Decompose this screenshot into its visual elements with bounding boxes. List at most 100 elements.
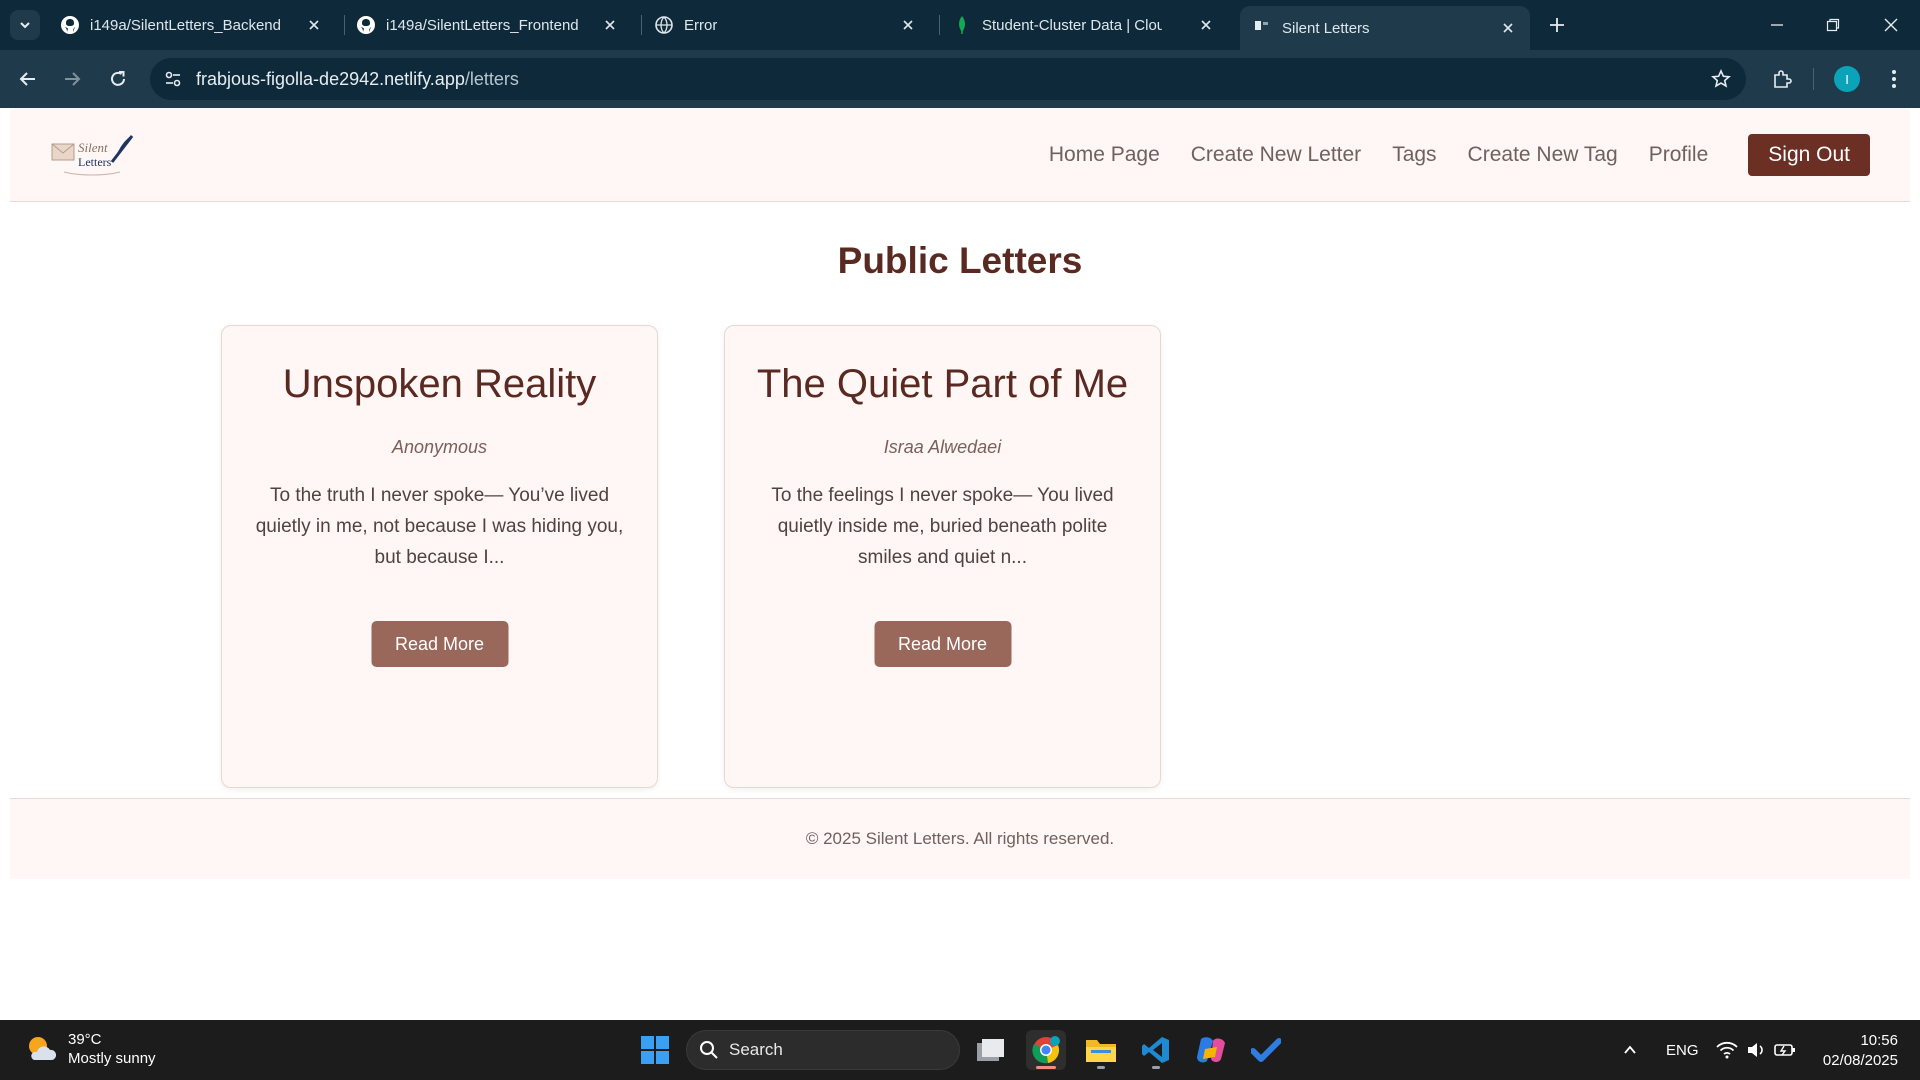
profile-initial: I	[1845, 71, 1849, 87]
letter-excerpt: To the truth I never spoke— You’ve lived…	[255, 485, 624, 568]
system-tray-expand[interactable]	[1622, 1020, 1638, 1080]
close-icon[interactable]	[600, 15, 620, 35]
nav-profile[interactable]: Profile	[1649, 143, 1709, 167]
logo-text-1: Silent	[78, 140, 108, 155]
language-indicator[interactable]: ENG	[1666, 1020, 1699, 1080]
close-icon	[1884, 18, 1898, 32]
sign-out-button[interactable]: Sign Out	[1748, 134, 1870, 176]
read-more-button[interactable]: Read More	[874, 621, 1011, 667]
tab-silent-letters[interactable]: Silent Letters	[1240, 6, 1530, 50]
weather-temp: 39°C	[68, 1031, 102, 1048]
read-more-button[interactable]: Read More	[371, 621, 508, 667]
nav-home-page[interactable]: Home Page	[1049, 143, 1160, 167]
microsoft-365-icon	[1197, 1037, 1225, 1063]
tab-error[interactable]: Error	[654, 8, 930, 42]
tab-title: Student-Cluster Data | Cloud: M	[982, 16, 1162, 34]
windows-taskbar: 39°C Mostly sunny Search ENG 10:56 02/08…	[0, 1020, 1920, 1080]
site-info-icon[interactable]	[162, 68, 184, 90]
tab-mongodb[interactable]: Student-Cluster Data | Cloud: M	[952, 8, 1228, 42]
browser-tab-bar: i149a/SilentLetters_Backend i149a/Silent…	[0, 0, 1920, 50]
page-viewport: Silent Letters Home Page Create New Lett…	[0, 108, 1920, 1020]
page-title: Public Letters	[837, 240, 1083, 281]
mongodb-leaf-icon	[952, 15, 972, 35]
network-volume-battery[interactable]	[1716, 1020, 1796, 1080]
letter-title: The Quiet Part of Me	[756, 362, 1129, 406]
tab-separator	[939, 15, 940, 35]
battery-icon	[1774, 1044, 1795, 1056]
tab-separator	[344, 15, 345, 35]
checkmark-icon	[1251, 1038, 1281, 1062]
close-icon[interactable]	[1498, 18, 1518, 38]
nav-create-new-tag[interactable]: Create New Tag	[1468, 143, 1618, 167]
tab-search-button[interactable]	[10, 10, 40, 40]
vscode-taskbar-app[interactable]	[1136, 1030, 1176, 1070]
letter-card: Unspoken Reality Anonymous To the truth …	[221, 325, 658, 788]
letter-title: Unspoken Reality	[282, 362, 597, 406]
nav-tags[interactable]: Tags	[1392, 143, 1436, 167]
reload-icon	[111, 71, 125, 86]
github-icon	[60, 15, 80, 35]
search-label: Search	[729, 1040, 783, 1059]
nav-create-new-letter[interactable]: Create New Letter	[1191, 143, 1361, 167]
close-icon[interactable]	[898, 15, 918, 35]
browser-menu-button[interactable]	[1880, 65, 1908, 93]
tab-title: Silent Letters	[1282, 19, 1370, 37]
reload-button[interactable]	[104, 65, 132, 93]
plus-icon	[1550, 18, 1564, 32]
m365-taskbar-app[interactable]	[1191, 1030, 1231, 1070]
letter-excerpt: To the feelings I never spoke— You lived…	[771, 485, 1114, 568]
todo-taskbar-app[interactable]	[1246, 1030, 1286, 1070]
volume-icon	[1748, 1043, 1763, 1057]
github-icon	[356, 15, 376, 35]
running-indicator	[1152, 1066, 1160, 1069]
back-button[interactable]	[14, 65, 42, 93]
browser-toolbar: frabjous-figolla-de2942.netlify.app/lett…	[0, 50, 1920, 108]
extensions-puzzle-icon[interactable]	[1768, 65, 1796, 93]
address-bar[interactable]: frabjous-figolla-de2942.netlify.app/lett…	[150, 58, 1746, 100]
page-favicon-icon	[1252, 18, 1272, 38]
close-window-button[interactable]	[1878, 12, 1904, 38]
restore-button[interactable]	[1820, 12, 1846, 38]
sun-cloud-icon	[29, 1037, 57, 1060]
profile-avatar[interactable]: I	[1834, 66, 1860, 92]
clock-date: 02/08/2025	[1822, 1052, 1898, 1069]
letter-author: Israa Alwedaei	[883, 437, 1002, 457]
chrome-icon	[1032, 1036, 1060, 1064]
envelope-quill-logo-icon: Silent Letters	[51, 135, 134, 176]
active-indicator	[1036, 1066, 1056, 1069]
letter-author: Anonymous	[391, 437, 488, 457]
clock-time: 10:56	[1860, 1032, 1898, 1049]
minimize-button[interactable]	[1764, 12, 1790, 38]
arrow-right-icon	[65, 72, 81, 86]
wifi-icon	[1716, 1041, 1738, 1059]
close-icon[interactable]	[1196, 15, 1216, 35]
site-logo[interactable]: Silent Letters	[50, 132, 142, 178]
running-indicator	[1097, 1066, 1105, 1069]
tab-frontend[interactable]: i149a/SilentLetters_Frontend	[356, 8, 632, 42]
bookmark-star-icon[interactable]	[1710, 68, 1732, 90]
url-host: frabjous-figolla-de2942.netlify.app	[196, 69, 465, 89]
weather-widget[interactable]: 39°C Mostly sunny	[24, 1030, 156, 1068]
site-footer: © 2025 Silent Letters. All rights reserv…	[10, 798, 1910, 879]
toolbar-separator	[1813, 68, 1814, 90]
new-tab-button[interactable]	[1544, 12, 1570, 38]
url-text: frabjous-figolla-de2942.netlify.app/lett…	[196, 69, 519, 90]
chrome-taskbar-app[interactable]	[1026, 1030, 1066, 1070]
forward-button[interactable]	[58, 65, 86, 93]
start-button[interactable]	[635, 1030, 675, 1070]
weather-desc: Mostly sunny	[68, 1050, 156, 1067]
tab-title: i149a/SilentLetters_Backend	[90, 16, 281, 34]
letter-card: The Quiet Part of Me Israa Alwedaei To t…	[724, 325, 1161, 788]
tab-separator	[641, 15, 642, 35]
main-nav: Home Page Create New Letter Tags Create …	[1049, 108, 1870, 202]
taskbar-search[interactable]: Search	[686, 1030, 960, 1070]
task-view-button[interactable]	[971, 1030, 1011, 1070]
file-explorer-taskbar-app[interactable]	[1081, 1030, 1121, 1070]
tab-backend[interactable]: i149a/SilentLetters_Backend	[60, 8, 336, 42]
arrow-left-icon	[19, 72, 35, 86]
task-view-icon	[977, 1039, 1004, 1061]
taskbar-clock[interactable]: 10:56 02/08/2025	[1823, 1031, 1898, 1071]
chevron-up-icon	[1624, 1045, 1636, 1054]
close-icon[interactable]	[304, 15, 324, 35]
globe-icon	[654, 15, 674, 35]
